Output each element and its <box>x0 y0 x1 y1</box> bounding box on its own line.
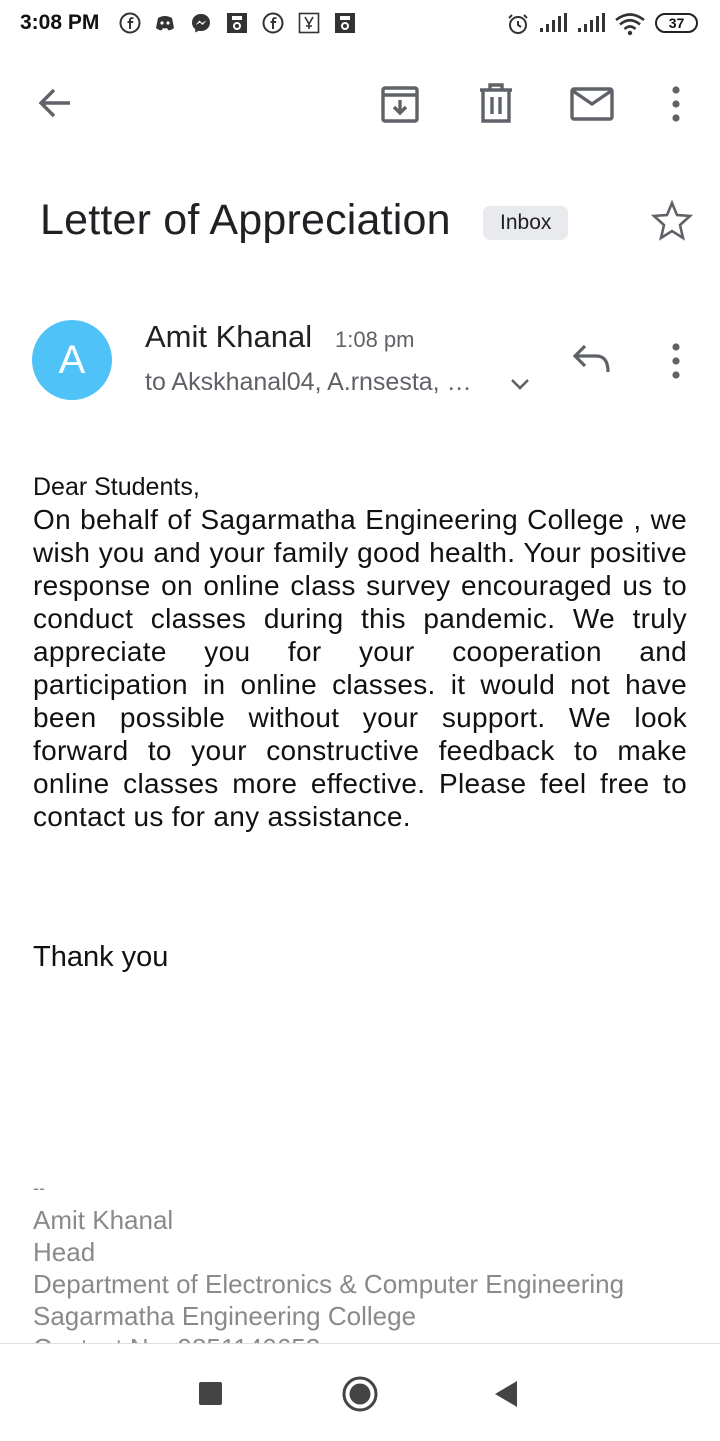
triangle-back-icon[interactable] <box>494 1380 518 1408</box>
signature-name: Amit Khanal <box>33 1205 174 1235</box>
signature-separator: -- <box>33 1178 45 1198</box>
system-nav-bar <box>0 1343 720 1441</box>
signature-college: Sagarmatha Engineering College <box>33 1301 417 1331</box>
square-icon[interactable] <box>199 1382 222 1405</box>
signature-block: -- Amit Khanal Head Department of Electr… <box>0 0 720 1343</box>
signature-title: Head <box>33 1237 96 1267</box>
signature-contact: Contact No: 9851140652 <box>33 1333 320 1343</box>
signature-department: Department of Electronics & Computer Eng… <box>33 1269 625 1299</box>
circle-icon[interactable] <box>341 1375 379 1413</box>
